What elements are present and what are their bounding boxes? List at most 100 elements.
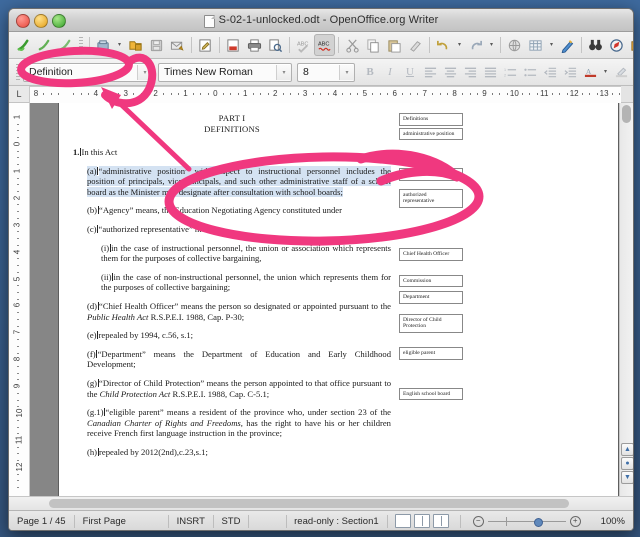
navigator-icon[interactable] bbox=[606, 34, 627, 56]
status-page-style[interactable]: First Page bbox=[75, 511, 168, 530]
highlighting-button[interactable] bbox=[611, 62, 631, 82]
chevron-down-icon[interactable]: ▾ bbox=[339, 64, 354, 80]
font-size-value: 8 bbox=[303, 66, 309, 78]
undo-icon[interactable] bbox=[433, 34, 454, 56]
font-color-dropdown-icon[interactable]: ▾ bbox=[600, 61, 611, 83]
spelling-icon[interactable]: ABC bbox=[293, 34, 314, 56]
vertical-ruler[interactable]: 1 0 1 2 3 4 5 6 7 8 9 10 11 12 bbox=[9, 103, 30, 496]
align-justified-button[interactable] bbox=[480, 62, 500, 82]
ruler-tick bbox=[290, 93, 292, 95]
page-content: PART I DEFINITIONS 1. In this Act (a) “adm… bbox=[59, 103, 618, 496]
document-page[interactable]: PART I DEFINITIONS 1. In this Act (a) “adm… bbox=[58, 103, 619, 496]
close-window-button[interactable] bbox=[16, 14, 30, 28]
status-zoom-level[interactable]: 100% bbox=[593, 511, 633, 530]
margin-note: Agency bbox=[399, 168, 463, 181]
single-page-view-button[interactable] bbox=[395, 514, 412, 528]
undo-dropdown-icon[interactable]: ▾ bbox=[454, 34, 465, 56]
find-replace-icon[interactable] bbox=[585, 34, 606, 56]
paste-icon[interactable] bbox=[384, 34, 405, 56]
horizontal-scrollbar[interactable] bbox=[9, 496, 633, 510]
italic-button[interactable]: I bbox=[380, 62, 400, 82]
formatting-toolbar-grip[interactable] bbox=[16, 64, 20, 80]
ruler-tick bbox=[17, 150, 19, 152]
gallery-icon[interactable] bbox=[627, 34, 633, 56]
new-document-icon[interactable] bbox=[13, 34, 34, 56]
redo-icon[interactable] bbox=[465, 34, 486, 56]
chevron-down-icon[interactable]: ▾ bbox=[276, 64, 291, 80]
ruler-tick bbox=[327, 93, 329, 95]
ruler-tick bbox=[148, 93, 150, 95]
next-page-button[interactable]: ▼ bbox=[621, 471, 633, 484]
ruler-corner-tab-marker[interactable]: L bbox=[9, 86, 29, 102]
bold-button[interactable]: B bbox=[360, 62, 380, 82]
status-edit-state[interactable]: read-only : Section1 bbox=[286, 511, 387, 530]
numbered-list-button[interactable]: 12 bbox=[500, 62, 520, 82]
autospellcheck-icon[interactable]: ABC bbox=[314, 34, 335, 56]
paragraph-style-combo[interactable]: Definition ▾ bbox=[23, 62, 153, 82]
highlighting-dropdown-icon[interactable]: ▾ bbox=[631, 61, 633, 83]
cut-icon[interactable] bbox=[342, 34, 363, 56]
paragraph-text: in the case of non-instructional personn… bbox=[101, 271, 391, 293]
bulleted-list-button[interactable] bbox=[520, 62, 540, 82]
ruler-tick bbox=[17, 164, 19, 166]
align-right-button[interactable] bbox=[460, 62, 480, 82]
toolbar-grip[interactable] bbox=[79, 37, 83, 53]
ruler-tick bbox=[230, 93, 232, 95]
formatting-toolbar: Definition ▾ Times New Roman ▾ 8 ▾ B I U… bbox=[9, 59, 633, 86]
paragraph-label: (a) bbox=[87, 165, 97, 176]
new-document-dropdown-icon[interactable] bbox=[55, 34, 76, 56]
status-selection-mode[interactable]: STD bbox=[213, 511, 248, 530]
vertical-scrollbar[interactable]: ▲ ● ▼ bbox=[619, 103, 633, 496]
clone-formatting-icon[interactable] bbox=[405, 34, 426, 56]
horizontal-scrollbar-thumb[interactable] bbox=[49, 499, 569, 508]
zoom-knob[interactable] bbox=[533, 517, 543, 527]
increase-indent-button[interactable] bbox=[560, 62, 580, 82]
page-text-column[interactable]: PART I DEFINITIONS 1. In this Act (a) “adm… bbox=[73, 113, 391, 457]
ruler-tick bbox=[17, 217, 19, 219]
align-center-button[interactable] bbox=[440, 62, 460, 82]
chevron-down-icon[interactable]: ▾ bbox=[137, 64, 152, 80]
font-color-button[interactable]: A bbox=[580, 62, 600, 82]
zoom-window-button[interactable] bbox=[52, 14, 66, 28]
font-size-combo[interactable]: 8 ▾ bbox=[297, 62, 355, 82]
horizontal-ruler[interactable]: 8 4 3 2 1 0 1 2 3 4 5 6 7 8 9 10 11 12 13 bbox=[29, 86, 621, 103]
status-insert-mode[interactable]: INSRT bbox=[169, 511, 213, 530]
redo-dropdown-icon[interactable]: ▾ bbox=[486, 34, 497, 56]
multi-page-view-button[interactable] bbox=[414, 514, 431, 528]
margin-note: Chief Health Officer bbox=[399, 247, 463, 261]
zoom-out-button[interactable]: − bbox=[472, 515, 484, 527]
minimize-window-button[interactable] bbox=[34, 14, 48, 28]
email-document-icon[interactable] bbox=[167, 34, 188, 56]
font-name-combo[interactable]: Times New Roman ▾ bbox=[158, 62, 292, 82]
copy-icon[interactable] bbox=[363, 34, 384, 56]
editor-body: 1 0 1 2 3 4 5 6 7 8 9 10 11 12 PART I DEFINITIONS 1. I… bbox=[9, 103, 633, 496]
insert-table-icon[interactable] bbox=[525, 34, 546, 56]
show-draw-functions-icon[interactable] bbox=[557, 34, 578, 56]
navigation-target-button[interactable]: ● bbox=[621, 457, 633, 470]
zoom-in-button[interactable]: + bbox=[569, 515, 581, 527]
book-view-button[interactable] bbox=[433, 514, 450, 528]
underline-button[interactable]: U bbox=[400, 62, 420, 82]
ruler-tick bbox=[559, 93, 561, 95]
new-document-variant-icon[interactable] bbox=[34, 34, 55, 56]
export-pdf-icon[interactable] bbox=[223, 34, 244, 56]
hyperlink-icon[interactable] bbox=[504, 34, 525, 56]
insert-table-dropdown-icon[interactable]: ▾ bbox=[546, 34, 557, 56]
folder-open-icon[interactable] bbox=[125, 34, 146, 56]
open-document-icon[interactable] bbox=[93, 34, 114, 56]
print-preview-icon[interactable] bbox=[265, 34, 286, 56]
margin-note-spacer bbox=[399, 335, 463, 347]
ruler-tick bbox=[402, 93, 404, 95]
save-document-icon[interactable] bbox=[146, 34, 167, 56]
open-document-dropdown-icon[interactable]: ▾ bbox=[114, 34, 125, 56]
zoom-slider[interactable]: − + bbox=[461, 511, 593, 530]
zoom-track[interactable] bbox=[487, 516, 566, 527]
print-document-icon[interactable] bbox=[244, 34, 265, 56]
previous-page-button[interactable]: ▲ bbox=[621, 443, 633, 456]
ruler-tick-label: 1 bbox=[12, 168, 22, 174]
edit-file-icon[interactable] bbox=[195, 34, 216, 56]
decrease-indent-button[interactable] bbox=[540, 62, 560, 82]
vertical-scrollbar-thumb[interactable] bbox=[622, 105, 631, 123]
align-left-button[interactable] bbox=[420, 62, 440, 82]
ruler-tick bbox=[320, 93, 322, 95]
